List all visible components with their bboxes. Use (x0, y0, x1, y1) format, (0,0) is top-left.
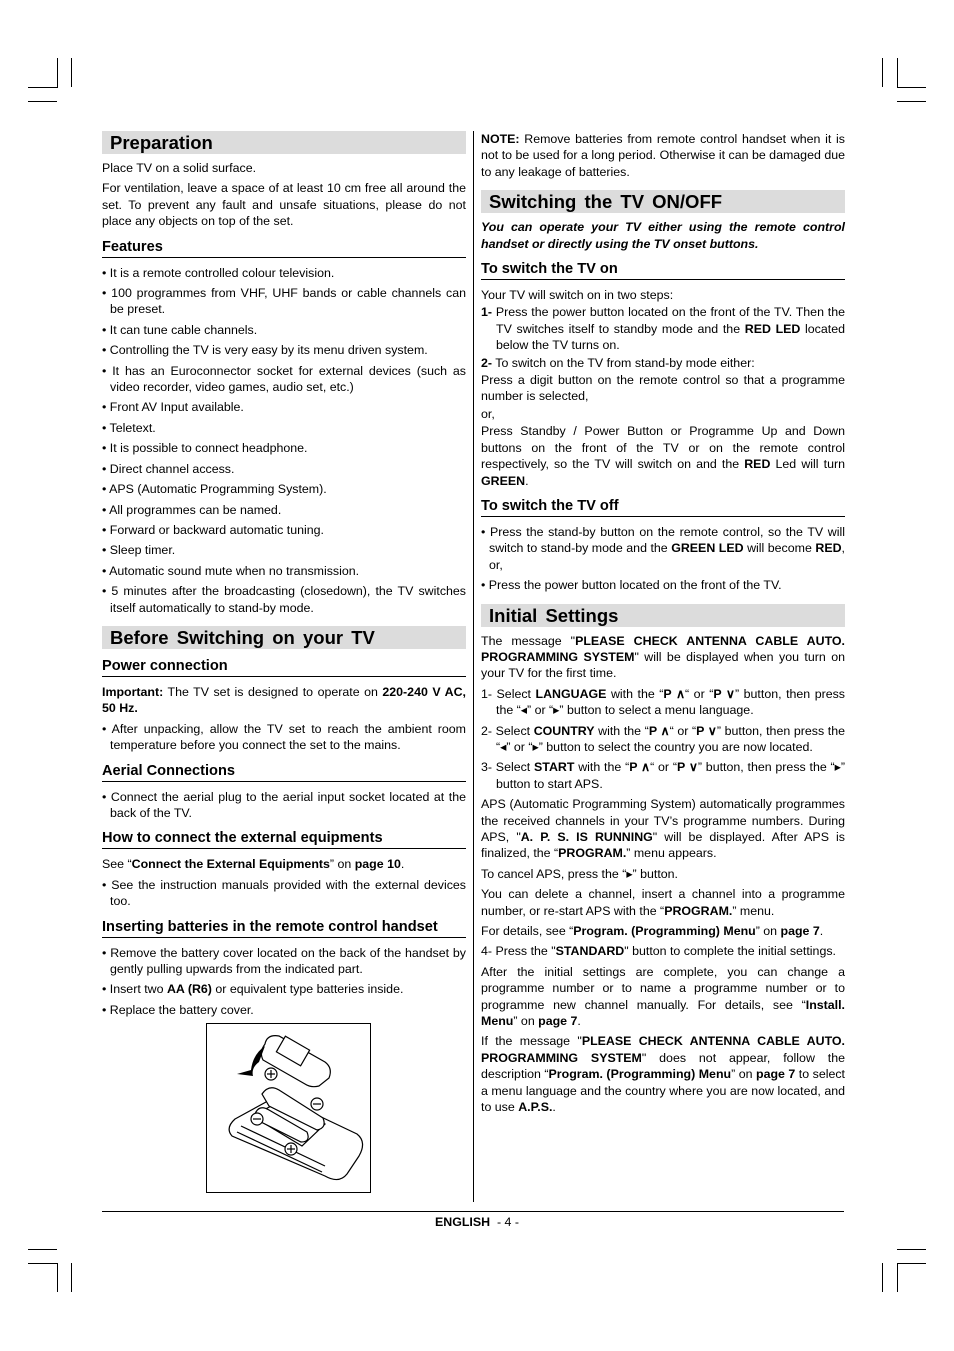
list-item: • Connect the aerial plug to the aerial … (102, 789, 467, 820)
subsection-title-batteries: Inserting batteries in the remote contro… (102, 918, 466, 938)
feature-item: • APS (Automatic Programming System). (102, 482, 327, 497)
paragraph: Your TV will switch on in two steps: (481, 288, 674, 303)
paragraph: Press Standby / Power Button or Programm… (481, 424, 845, 488)
subsection-title-power: Power connection (102, 657, 466, 677)
feature-item: • Front AV Input available. (102, 400, 244, 415)
list-item: • Press the stand-by button on the remot… (481, 524, 845, 572)
feature-item: • It is a remote controlled colour telev… (102, 265, 335, 280)
paragraph: The message "PLEASE CHECK ANTENNA CABLE … (481, 633, 845, 681)
paragraph: APS (Automatic Programming System) autom… (481, 797, 845, 861)
list-item: • After unpacking, allow the TV set to r… (102, 721, 466, 753)
feature-item: • Direct channel access. (102, 461, 235, 476)
page-footer: ENGLISH - 4 - (0, 1215, 954, 1229)
crop-mark (28, 1249, 57, 1250)
paragraph: To cancel APS, press the “▸” button. (481, 866, 678, 881)
battery-note: NOTE: Remove batteries from remote contr… (481, 132, 845, 179)
paragraph: For ventilation, leave a space of at lea… (102, 181, 466, 229)
feature-item: • Forward or backward automatic tuning. (102, 522, 324, 537)
important-note: Important: The TV set is designed to ope… (102, 684, 466, 716)
footer-language: ENGLISH (435, 1215, 491, 1229)
right-column: NOTE: Remove batteries from remote contr… (481, 131, 845, 1120)
paragraph: After the initial settings are complete,… (481, 964, 845, 1029)
page-number: - 4 - (490, 1215, 519, 1229)
paragraph: You can delete a channel, insert a chann… (481, 887, 845, 918)
list-item: • Remove the battery cover located on th… (102, 945, 466, 976)
feature-item: • 100 programmes from VHF, UHF bands or … (102, 286, 466, 317)
lead-text: You can operate your TV either using the… (481, 220, 845, 251)
crop-mark (897, 101, 926, 102)
feature-item: • Teletext. (102, 420, 156, 435)
feature-item: • It has an Euroconnector socket for ext… (102, 363, 466, 395)
battery-insertion-illustration (206, 1023, 371, 1194)
crop-mark (71, 1263, 72, 1292)
left-column: Preparation Place TV on a solid surface.… (102, 131, 467, 1194)
crop-mark (882, 1263, 883, 1292)
step-2: 2- To switch on the TV from stand-by mod… (481, 355, 755, 370)
step-1: 1- Press the power button located on the… (481, 305, 845, 353)
feature-item: • All programmes can be named. (102, 502, 282, 517)
crop-mark (28, 1263, 57, 1264)
crop-mark (57, 1263, 58, 1292)
crop-mark (897, 1263, 898, 1292)
crop-mark (882, 58, 883, 87)
subsection-title-switch-off: To switch the TV off (481, 497, 845, 517)
subsection-title-aerial: Aerial Connections (102, 762, 466, 782)
column-divider (473, 131, 474, 1202)
feature-item: • It is possible to connect headphone. (102, 441, 308, 456)
paragraph: or, (481, 406, 495, 421)
crop-mark (71, 58, 72, 87)
step-3: 3- Select START with the “P ∧“ or “P ∨” … (481, 760, 845, 791)
section-title-before-switching: Before Switching on your TV (102, 625, 466, 649)
feature-item: • Controlling the TV is very easy by its… (102, 343, 428, 358)
crop-mark (57, 58, 58, 88)
crop-mark (28, 87, 57, 88)
subsection-title-external: How to connect the external equipments (102, 829, 466, 850)
subsection-title-features: Features (102, 238, 466, 258)
step-1: 1- Select LANGUAGE with the “P ∧“ or “P … (481, 686, 846, 718)
remote-control-battery-icon (228, 1035, 364, 1181)
section-title-switching: Switching the TV ON/OFF (481, 190, 845, 214)
list-item: • Replace the battery cover. (102, 1002, 254, 1017)
crop-mark (897, 1263, 926, 1264)
crop-mark (897, 87, 926, 88)
paragraph: Press a digit button on the remote contr… (481, 373, 845, 404)
list-item: • See the instruction manuals provided w… (102, 877, 466, 909)
crop-mark (28, 101, 57, 102)
footer-rule (102, 1211, 844, 1212)
section-title-preparation: Preparation (102, 131, 466, 154)
list-item: • Press the power button located on the … (481, 578, 782, 593)
step-2: 2- Select COUNTRY with the “P ∧“ or “P ∨… (481, 723, 846, 754)
paragraph: Place TV on a solid surface. (102, 161, 257, 175)
feature-item: • 5 minutes after the broadcasting (clos… (102, 584, 466, 615)
list-item: • Insert two AA (R6) or equivalent type … (102, 982, 404, 997)
crop-mark (897, 1249, 926, 1250)
crop-mark (897, 58, 898, 88)
paragraph: If the message "PLEASE CHECK ANTENNA CAB… (481, 1034, 846, 1115)
subsection-title-switch-on: To switch the TV on (481, 260, 845, 281)
section-title-initial-settings: Initial Settings (481, 603, 845, 627)
feature-item: • Sleep timer. (102, 543, 176, 558)
step-4: 4- Press the "STANDARD" button to comple… (481, 944, 836, 959)
paragraph: For details, see “Program. (Programming)… (481, 924, 824, 939)
cross-reference: See “Connect the External Equipments” on… (102, 857, 405, 872)
features-list: • It is a remote controlled colour telev… (102, 265, 466, 616)
feature-item: • Automatic sound mute when no transmiss… (102, 563, 360, 578)
feature-item: • It can tune cable channels. (102, 322, 258, 337)
